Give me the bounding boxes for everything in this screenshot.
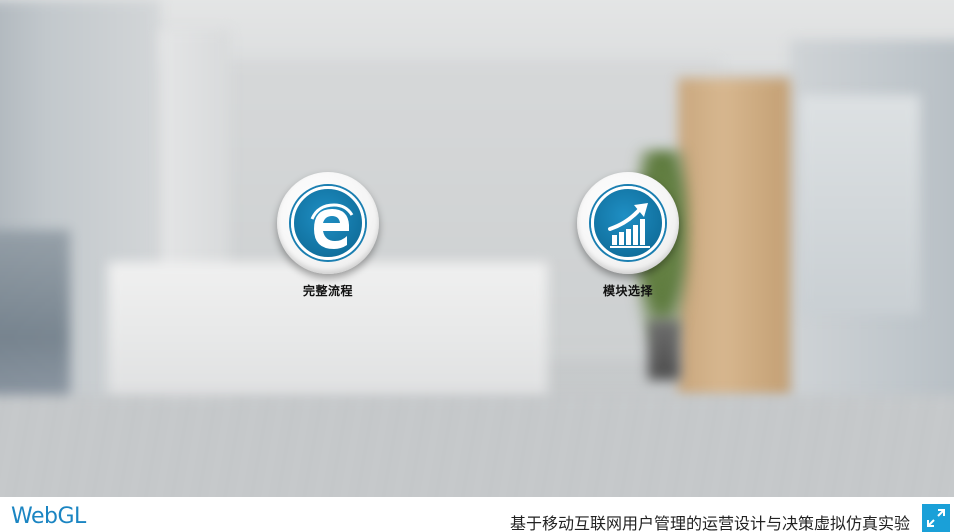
button-disc — [577, 172, 679, 274]
edge-e-icon — [291, 186, 365, 260]
footer-bar: WebGL 基于移动互联网用户管理的运营设计与决策虚拟仿真实验 — [0, 497, 954, 532]
full-process-button[interactable]: 完整流程 — [268, 172, 388, 312]
window-view — [0, 230, 70, 410]
experiment-title: 基于移动互联网用户管理的运营设计与决策虚拟仿真实验 — [509, 514, 910, 532]
floor — [0, 395, 954, 497]
webgl-logo: WebGL — [11, 504, 86, 529]
button-disc — [277, 172, 379, 274]
right-window — [800, 95, 920, 315]
full-process-label: 完整流程 — [302, 284, 353, 298]
module-select-button[interactable]: 模块选择 — [568, 172, 688, 312]
fullscreen-icon — [927, 509, 945, 527]
plant-pot — [648, 320, 680, 380]
scene-viewport[interactable]: 完整流程 模块选择 — [0, 0, 954, 497]
fullscreen-button[interactable] — [922, 504, 950, 532]
module-select-label: 模块选择 — [602, 284, 653, 298]
wooden-door — [678, 78, 790, 398]
growth-chart-icon — [591, 186, 665, 260]
